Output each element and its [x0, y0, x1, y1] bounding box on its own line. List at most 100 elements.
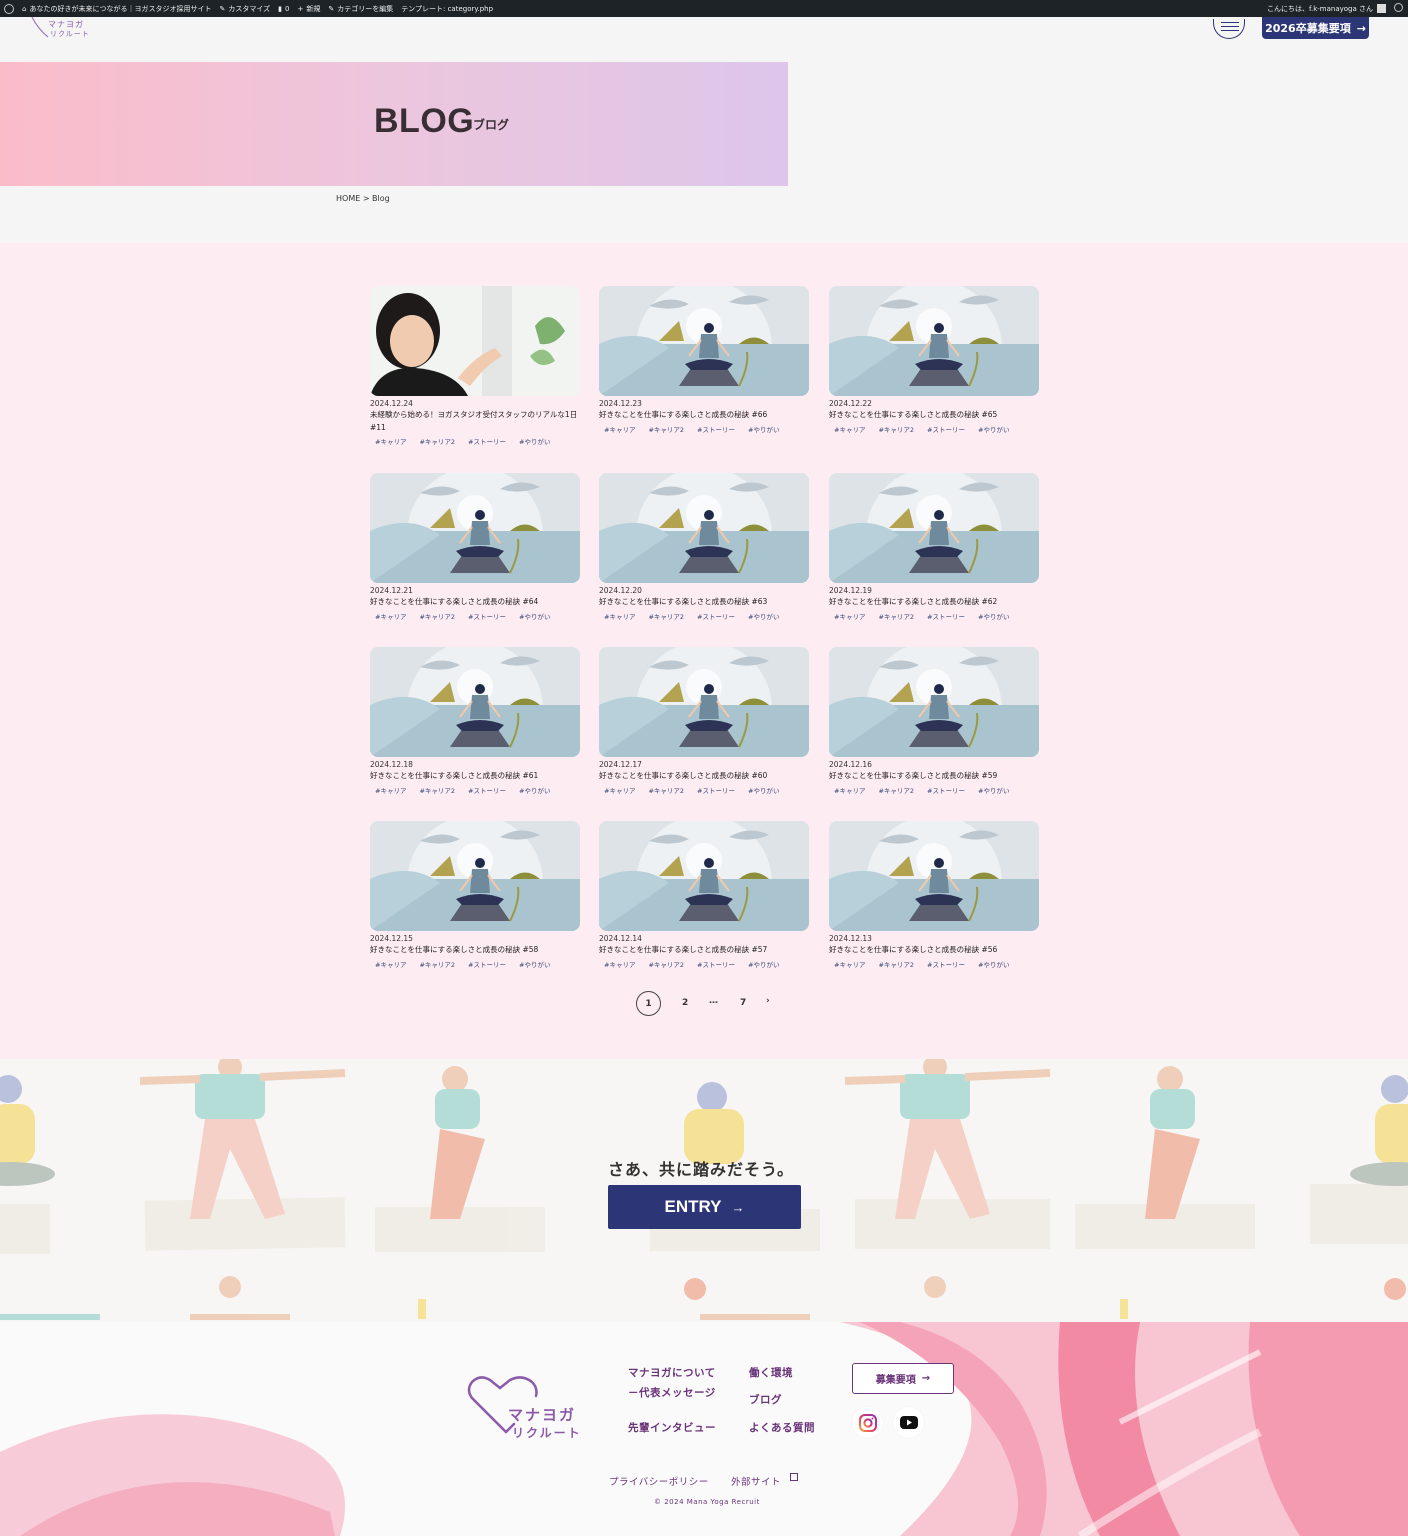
page-link-last[interactable]: 7 — [740, 998, 746, 1008]
post-tag[interactable]: #ストーリー — [468, 959, 506, 969]
post-tag[interactable]: #やりがい — [748, 424, 779, 434]
post-thumbnail[interactable] — [599, 821, 809, 931]
hamburger-menu-button[interactable] — [1213, 19, 1245, 39]
post-card[interactable]: 2024.12.14 好きなことを仕事にする楽しさと成長の秘訣 #57 #キャリア #… — [599, 821, 809, 969]
post-tag[interactable]: #キャリア2 — [648, 424, 684, 434]
post-thumbnail[interactable] — [829, 473, 1039, 583]
post-tag[interactable]: #やりがい — [978, 959, 1009, 969]
post-card[interactable]: 2024.12.15 好きなことを仕事にする楽しさと成長の秘訣 #58 #キャリア #… — [370, 821, 580, 969]
post-tag[interactable]: #やりがい — [978, 424, 1009, 434]
post-tag[interactable]: #キャリア — [834, 785, 865, 795]
post-tag[interactable]: #キャリア2 — [419, 436, 455, 446]
post-tag[interactable]: #ストーリー — [927, 611, 965, 621]
post-tag[interactable]: #キャリア2 — [878, 785, 914, 795]
post-tag[interactable]: #ストーリー — [697, 611, 735, 621]
post-tag[interactable]: #キャリア2 — [648, 785, 684, 795]
external-site-link[interactable]: 外部サイト — [731, 1474, 781, 1488]
recruit-2026-button[interactable]: 2026卒募集要項 → — [1262, 17, 1369, 39]
post-tag[interactable]: #ストーリー — [697, 424, 735, 434]
post-tag[interactable]: #キャリア2 — [878, 959, 914, 969]
post-tag[interactable]: #キャリア — [834, 959, 865, 969]
post-tag[interactable]: #ストーリー — [468, 436, 506, 446]
post-tag[interactable]: #キャリア2 — [419, 611, 455, 621]
post-thumbnail[interactable] — [370, 821, 580, 931]
youtube-icon[interactable] — [893, 1407, 924, 1438]
post-tag[interactable]: #ストーリー — [927, 785, 965, 795]
footer-link-environment[interactable]: 働く環境 — [749, 1365, 793, 1380]
post-title[interactable]: 好きなことを仕事にする楽しさと成長の秘訣 #62 — [829, 596, 1039, 609]
post-tag[interactable]: #やりがい — [978, 611, 1009, 621]
post-tag[interactable]: #キャリア — [604, 785, 635, 795]
post-card[interactable]: 2024.12.16 好きなことを仕事にする楽しさと成長の秘訣 #59 #キャリア #… — [829, 647, 1039, 795]
post-tag[interactable]: #やりがい — [748, 611, 779, 621]
next-page-icon[interactable]: › — [766, 996, 770, 1006]
post-tag[interactable]: #キャリア — [604, 611, 635, 621]
wordpress-icon[interactable] — [4, 3, 14, 14]
admin-site-name[interactable]: ⌂ あなたの好きが未来につながる｜ヨガスタジオ採用サイト — [22, 4, 211, 14]
footer-link-faq[interactable]: よくある質問 — [749, 1420, 815, 1435]
admin-customize[interactable]: ✎ カスタマイズ — [219, 4, 270, 14]
post-tag[interactable]: #キャリア — [375, 611, 406, 621]
footer-link-about[interactable]: マナヨガについて — [628, 1365, 716, 1380]
post-tag[interactable]: #キャリア2 — [419, 959, 455, 969]
post-card[interactable]: 2024.12.21 好きなことを仕事にする楽しさと成長の秘訣 #64 #キャリア #… — [370, 473, 580, 621]
post-tag[interactable]: #キャリア — [604, 424, 635, 434]
post-thumbnail[interactable] — [370, 647, 580, 757]
post-tag[interactable]: #キャリア2 — [878, 611, 914, 621]
post-tag[interactable]: #ストーリー — [927, 959, 965, 969]
post-tag[interactable]: #ストーリー — [468, 611, 506, 621]
breadcrumb[interactable]: HOME > Blog — [336, 194, 390, 203]
post-card[interactable]: 2024.12.13 好きなことを仕事にする楽しさと成長の秘訣 #56 #キャリア #… — [829, 821, 1039, 969]
footer-link-message[interactable]: －代表メッセージ — [628, 1385, 716, 1400]
post-tag[interactable]: #ストーリー — [697, 785, 735, 795]
admin-new[interactable]: + 新規 — [297, 4, 320, 14]
post-thumbnail[interactable] — [599, 473, 809, 583]
post-title[interactable]: 好きなことを仕事にする楽しさと成長の秘訣 #63 — [599, 596, 809, 609]
post-tag[interactable]: #ストーリー — [927, 424, 965, 434]
post-tag[interactable]: #キャリア — [375, 436, 406, 446]
post-tag[interactable]: #やりがい — [978, 785, 1009, 795]
post-tag[interactable]: #やりがい — [748, 785, 779, 795]
admin-comments[interactable]: ▮ 0 — [278, 5, 289, 13]
post-card[interactable]: 2024.12.24 未経験から始める！ヨガスタジオ受付スタッフのリアルな1日#1… — [370, 286, 580, 446]
post-title[interactable]: 好きなことを仕事にする楽しさと成長の秘訣 #58 — [370, 944, 580, 957]
page-link-2[interactable]: 2 — [682, 998, 688, 1008]
post-title[interactable]: 好きなことを仕事にする楽しさと成長の秘訣 #61 — [370, 770, 580, 783]
post-title[interactable]: 好きなことを仕事にする楽しさと成長の秘訣 #60 — [599, 770, 809, 783]
post-thumbnail[interactable] — [599, 286, 809, 396]
post-card[interactable]: 2024.12.22 好きなことを仕事にする楽しさと成長の秘訣 #65 #キャリア #… — [829, 286, 1039, 434]
post-card[interactable]: 2024.12.18 好きなことを仕事にする楽しさと成長の秘訣 #61 #キャリア #… — [370, 647, 580, 795]
post-tag[interactable]: #キャリア — [375, 959, 406, 969]
post-tag[interactable]: #キャリア — [375, 785, 406, 795]
post-thumbnail[interactable] — [370, 286, 580, 396]
post-card[interactable]: 2024.12.17 好きなことを仕事にする楽しさと成長の秘訣 #60 #キャリア #… — [599, 647, 809, 795]
admin-template[interactable]: テンプレート: category.php — [401, 4, 493, 14]
post-tag[interactable]: #やりがい — [519, 611, 550, 621]
post-card[interactable]: 2024.12.20 好きなことを仕事にする楽しさと成長の秘訣 #63 #キャリア #… — [599, 473, 809, 621]
post-title[interactable]: 未経験から始める！ヨガスタジオ受付スタッフのリアルな1日#11 — [370, 409, 580, 434]
avatar[interactable] — [1377, 4, 1386, 13]
page-current[interactable]: 1 — [636, 991, 661, 1016]
footer-recruit-button[interactable]: 募集要項 → — [852, 1363, 954, 1394]
post-card[interactable]: 2024.12.19 好きなことを仕事にする楽しさと成長の秘訣 #62 #キャリア #… — [829, 473, 1039, 621]
post-thumbnail[interactable] — [599, 647, 809, 757]
admin-edit-category[interactable]: ✎ カテゴリーを編集 — [328, 4, 393, 14]
footer-link-interview[interactable]: 先輩インタビュー — [628, 1420, 716, 1435]
instagram-icon[interactable] — [852, 1407, 883, 1438]
post-card[interactable]: 2024.12.23 好きなことを仕事にする楽しさと成長の秘訣 #66 #キャリア #… — [599, 286, 809, 434]
footer-link-blog[interactable]: ブログ — [749, 1392, 782, 1407]
post-tag[interactable]: #キャリア2 — [648, 959, 684, 969]
post-tag[interactable]: #キャリア2 — [878, 424, 914, 434]
post-tag[interactable]: #やりがい — [519, 785, 550, 795]
post-title[interactable]: 好きなことを仕事にする楽しさと成長の秘訣 #64 — [370, 596, 580, 609]
post-title[interactable]: 好きなことを仕事にする楽しさと成長の秘訣 #56 — [829, 944, 1039, 957]
site-logo[interactable]: マナヨガ リクルート — [30, 16, 100, 41]
entry-button[interactable]: ENTRY → — [608, 1185, 801, 1229]
footer-logo[interactable]: マナヨガ リクルート — [466, 1374, 586, 1444]
privacy-policy-link[interactable]: プライバシーポリシー — [609, 1474, 709, 1488]
post-tag[interactable]: #キャリア2 — [419, 785, 455, 795]
post-thumbnail[interactable] — [370, 473, 580, 583]
post-title[interactable]: 好きなことを仕事にする楽しさと成長の秘訣 #57 — [599, 944, 809, 957]
post-tag[interactable]: #キャリア — [834, 611, 865, 621]
post-tag[interactable]: #キャリア2 — [648, 611, 684, 621]
